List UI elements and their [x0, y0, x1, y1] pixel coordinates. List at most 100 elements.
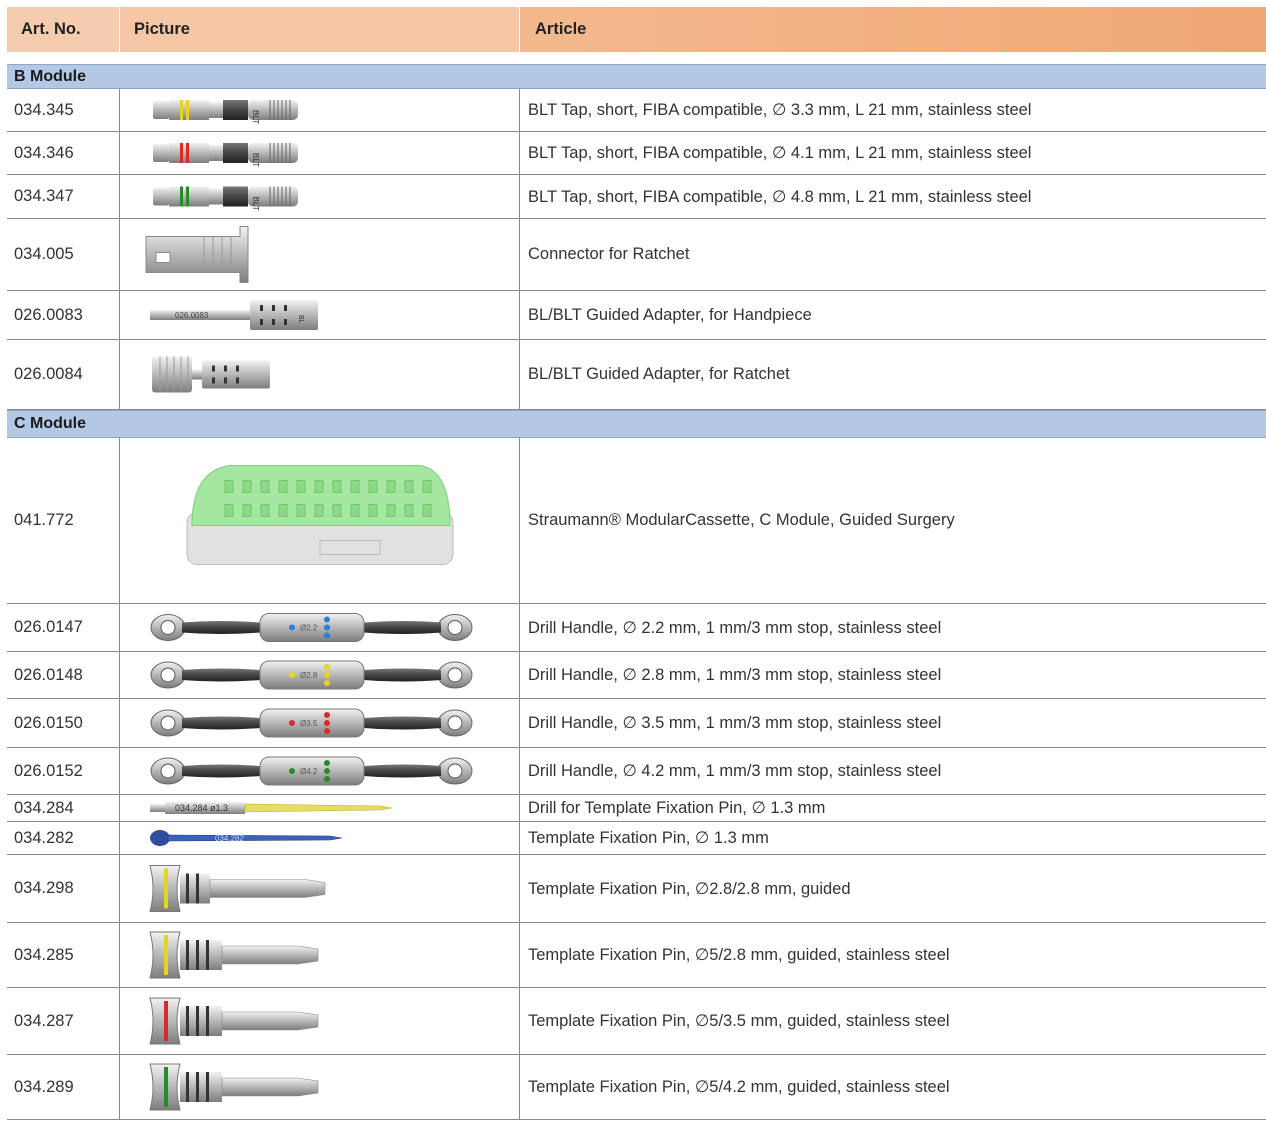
article-cell: BL/BLT Guided Adapter, for Ratchet — [528, 365, 790, 383]
art-no-cell: 034.298 — [7, 855, 120, 922]
connector-picture — [145, 226, 249, 283]
art-no-cell: 034.289 — [7, 1055, 120, 1119]
tap-red-picture: BLT — [153, 143, 298, 167]
table-row: 026.0150 Ø3.5 Drill Handle, ∅ 3.5 mm, 1 mm… — [7, 699, 1266, 748]
tap-yellow-picture: BLT — [153, 100, 298, 124]
header-art-no: Art. No. — [7, 7, 120, 52]
drill-handle-picture: Ø4.2 — [150, 756, 473, 786]
table-row: 034.289 Template Fixation Pin, ∅5/4.2 mm,… — [7, 1055, 1266, 1120]
table-row: 034.285 Template Fixation Pin, ∅5/2.8 mm,… — [7, 923, 1266, 988]
table-row: 034.287 Template Fixation Pin, ∅5/3.5 mm,… — [7, 988, 1266, 1055]
adapter-handpiece-picture: 026.0083 BL — [150, 300, 318, 330]
table-row: 034.347 BLT BLT Tap, short, FIBA compatibl… — [7, 175, 1266, 219]
svg-text:Ø2.2: Ø2.2 — [300, 624, 318, 633]
pin-guided-long-picture — [149, 865, 326, 912]
picture-cell: 026.0083 BL — [120, 291, 520, 339]
table-row: 026.0148 Ø2.8 Drill Handle, ∅ 2.8 mm, 1 mm… — [7, 652, 1266, 699]
article-cell: Drill Handle, ∅ 2.8 mm, 1 mm/3 mm stop, … — [528, 666, 942, 684]
svg-text:034.282: 034.282 — [215, 834, 244, 843]
picture-cell: BLT — [120, 175, 520, 218]
picture-cell — [120, 855, 520, 922]
table-row: 034.284 034.284 ø1.3 Drill for Template Fi… — [7, 795, 1266, 822]
article-cell: BLT Tap, short, FIBA compatible, ∅ 4.8 m… — [528, 187, 1032, 206]
pin-guided-picture — [149, 1063, 319, 1111]
svg-text:BLT: BLT — [251, 110, 260, 124]
article-cell: Template Fixation Pin, ∅5/3.5 mm, guided… — [528, 1012, 950, 1030]
art-no-cell: 034.287 — [7, 988, 120, 1054]
art-no-cell: 034.282 — [7, 822, 120, 854]
art-no-cell: 034.347 — [7, 175, 120, 218]
svg-text:Ø3.5: Ø3.5 — [300, 719, 318, 728]
art-no-cell: 026.0150 — [7, 699, 120, 747]
pin-guided-picture — [149, 997, 319, 1045]
svg-text:BL: BL — [297, 315, 304, 324]
drill-handle-picture: Ø3.5 — [150, 708, 473, 738]
article-cell: BLT Tap, short, FIBA compatible, ∅ 3.3 m… — [528, 101, 1032, 119]
svg-text:026.0083: 026.0083 — [175, 311, 209, 320]
art-no-cell: 034.005 — [7, 219, 120, 290]
article-cell: Drill Handle, ∅ 2.2 mm, 1 mm/3 mm stop, … — [528, 618, 942, 637]
svg-text:Ø2.8: Ø2.8 — [300, 671, 318, 680]
svg-text:BLT: BLT — [251, 197, 260, 211]
drill-handle-picture: Ø2.2 — [150, 613, 473, 642]
table-row: 034.005 Connector for Ratchet — [7, 219, 1266, 291]
header-picture: Picture — [120, 7, 520, 52]
article-cell: Template Fixation Pin, ∅ 1.3 mm — [528, 829, 769, 847]
table-row: 034.345 BLT BLT Tap, short, FIBA compatibl… — [7, 89, 1266, 132]
picture-cell: Ø2.2 — [120, 604, 520, 651]
picture-cell — [120, 340, 520, 409]
section-header: C Module — [7, 410, 1266, 438]
article-cell: BL/BLT Guided Adapter, for Handpiece — [528, 305, 812, 324]
art-no-cell: 041.772 — [7, 438, 120, 603]
table-row: 034.346 BLT BLT Tap, short, FIBA compatibl… — [7, 132, 1266, 175]
article-cell: Template Fixation Pin, ∅2.8/2.8 mm, guid… — [528, 879, 851, 898]
section-header: B Module — [7, 64, 1266, 89]
picture-cell — [120, 438, 520, 603]
picture-cell: BLT — [120, 132, 520, 174]
picture-cell — [120, 923, 520, 987]
table-row: 026.0152 Ø4.2 Drill Handle, ∅ 4.2 mm, 1 mm… — [7, 748, 1266, 795]
art-no-cell: 026.0083 — [7, 291, 120, 339]
picture-cell — [120, 1055, 520, 1119]
picture-cell — [120, 988, 520, 1054]
picture-cell: 034.282 — [120, 822, 520, 854]
picture-cell: Ø4.2 — [120, 748, 520, 794]
article-cell: Template Fixation Pin, ∅5/2.8 mm, guided… — [528, 946, 950, 964]
table-row: 026.0083 026.0083 BL BL/BLT Guided Adapter,… — [7, 291, 1266, 340]
picture-cell: Ø2.8 — [120, 652, 520, 698]
table-row: 041.772 Straumann® ModularCassette, C Mod… — [7, 438, 1266, 604]
table-row: 034.298 Template Fixation Pin, ∅2.8/2.8 m… — [7, 855, 1266, 923]
svg-text:BLT: BLT — [251, 153, 260, 167]
pin-blue-picture: 034.282 — [150, 830, 343, 846]
table-header: Art. No. Picture Article — [7, 7, 1266, 52]
art-no-cell: 026.0152 — [7, 748, 120, 794]
picture-cell: 034.284 ø1.3 — [120, 795, 520, 821]
table-row: 026.0084 BL/BLT Guided Adapter, for Ratch… — [7, 340, 1266, 410]
table-row: 034.282 034.282 Template Fixation Pin, ∅ 1… — [7, 822, 1266, 855]
article-cell: Connector for Ratchet — [528, 245, 690, 263]
article-cell: Drill Handle, ∅ 3.5 mm, 1 mm/3 mm stop, … — [528, 714, 942, 732]
svg-text:Ø4.2: Ø4.2 — [300, 767, 318, 776]
picture-cell: Ø3.5 — [120, 699, 520, 747]
article-cell: Drill for Template Fixation Pin, ∅ 1.3 m… — [528, 799, 826, 817]
cassette-picture — [186, 465, 454, 565]
table-row: 026.0147 Ø2.2 Drill Handle, ∅ 2.2 mm, 1 mm… — [7, 604, 1266, 652]
art-no-cell: 034.345 — [7, 89, 120, 131]
picture-cell — [120, 219, 520, 290]
tap-green-picture: BLT — [153, 186, 298, 211]
art-no-cell: 026.0084 — [7, 340, 120, 409]
article-cell: BLT Tap, short, FIBA compatible, ∅ 4.1 m… — [528, 144, 1032, 162]
article-cell: Template Fixation Pin, ∅5/4.2 mm, guided… — [528, 1078, 950, 1096]
product-table: Art. No. Picture Article B Module 034.345… — [7, 7, 1266, 1120]
header-article: Article — [535, 20, 587, 38]
article-cell: Straumann® ModularCassette, C Module, Gu… — [528, 511, 955, 529]
art-no-cell: 026.0148 — [7, 652, 120, 698]
art-no-cell: 034.346 — [7, 132, 120, 174]
drill-thin-picture: 034.284 ø1.3 — [150, 802, 393, 814]
adapter-ratchet-picture — [152, 356, 270, 393]
art-no-cell: 026.0147 — [7, 604, 120, 651]
table-body: B Module 034.345 BLT BLT Tap, short, FIBA c… — [7, 64, 1266, 1120]
pin-guided-picture — [149, 931, 319, 979]
drill-handle-picture: Ø2.8 — [150, 660, 473, 690]
svg-text:034.284 ø1.3: 034.284 ø1.3 — [175, 803, 228, 813]
